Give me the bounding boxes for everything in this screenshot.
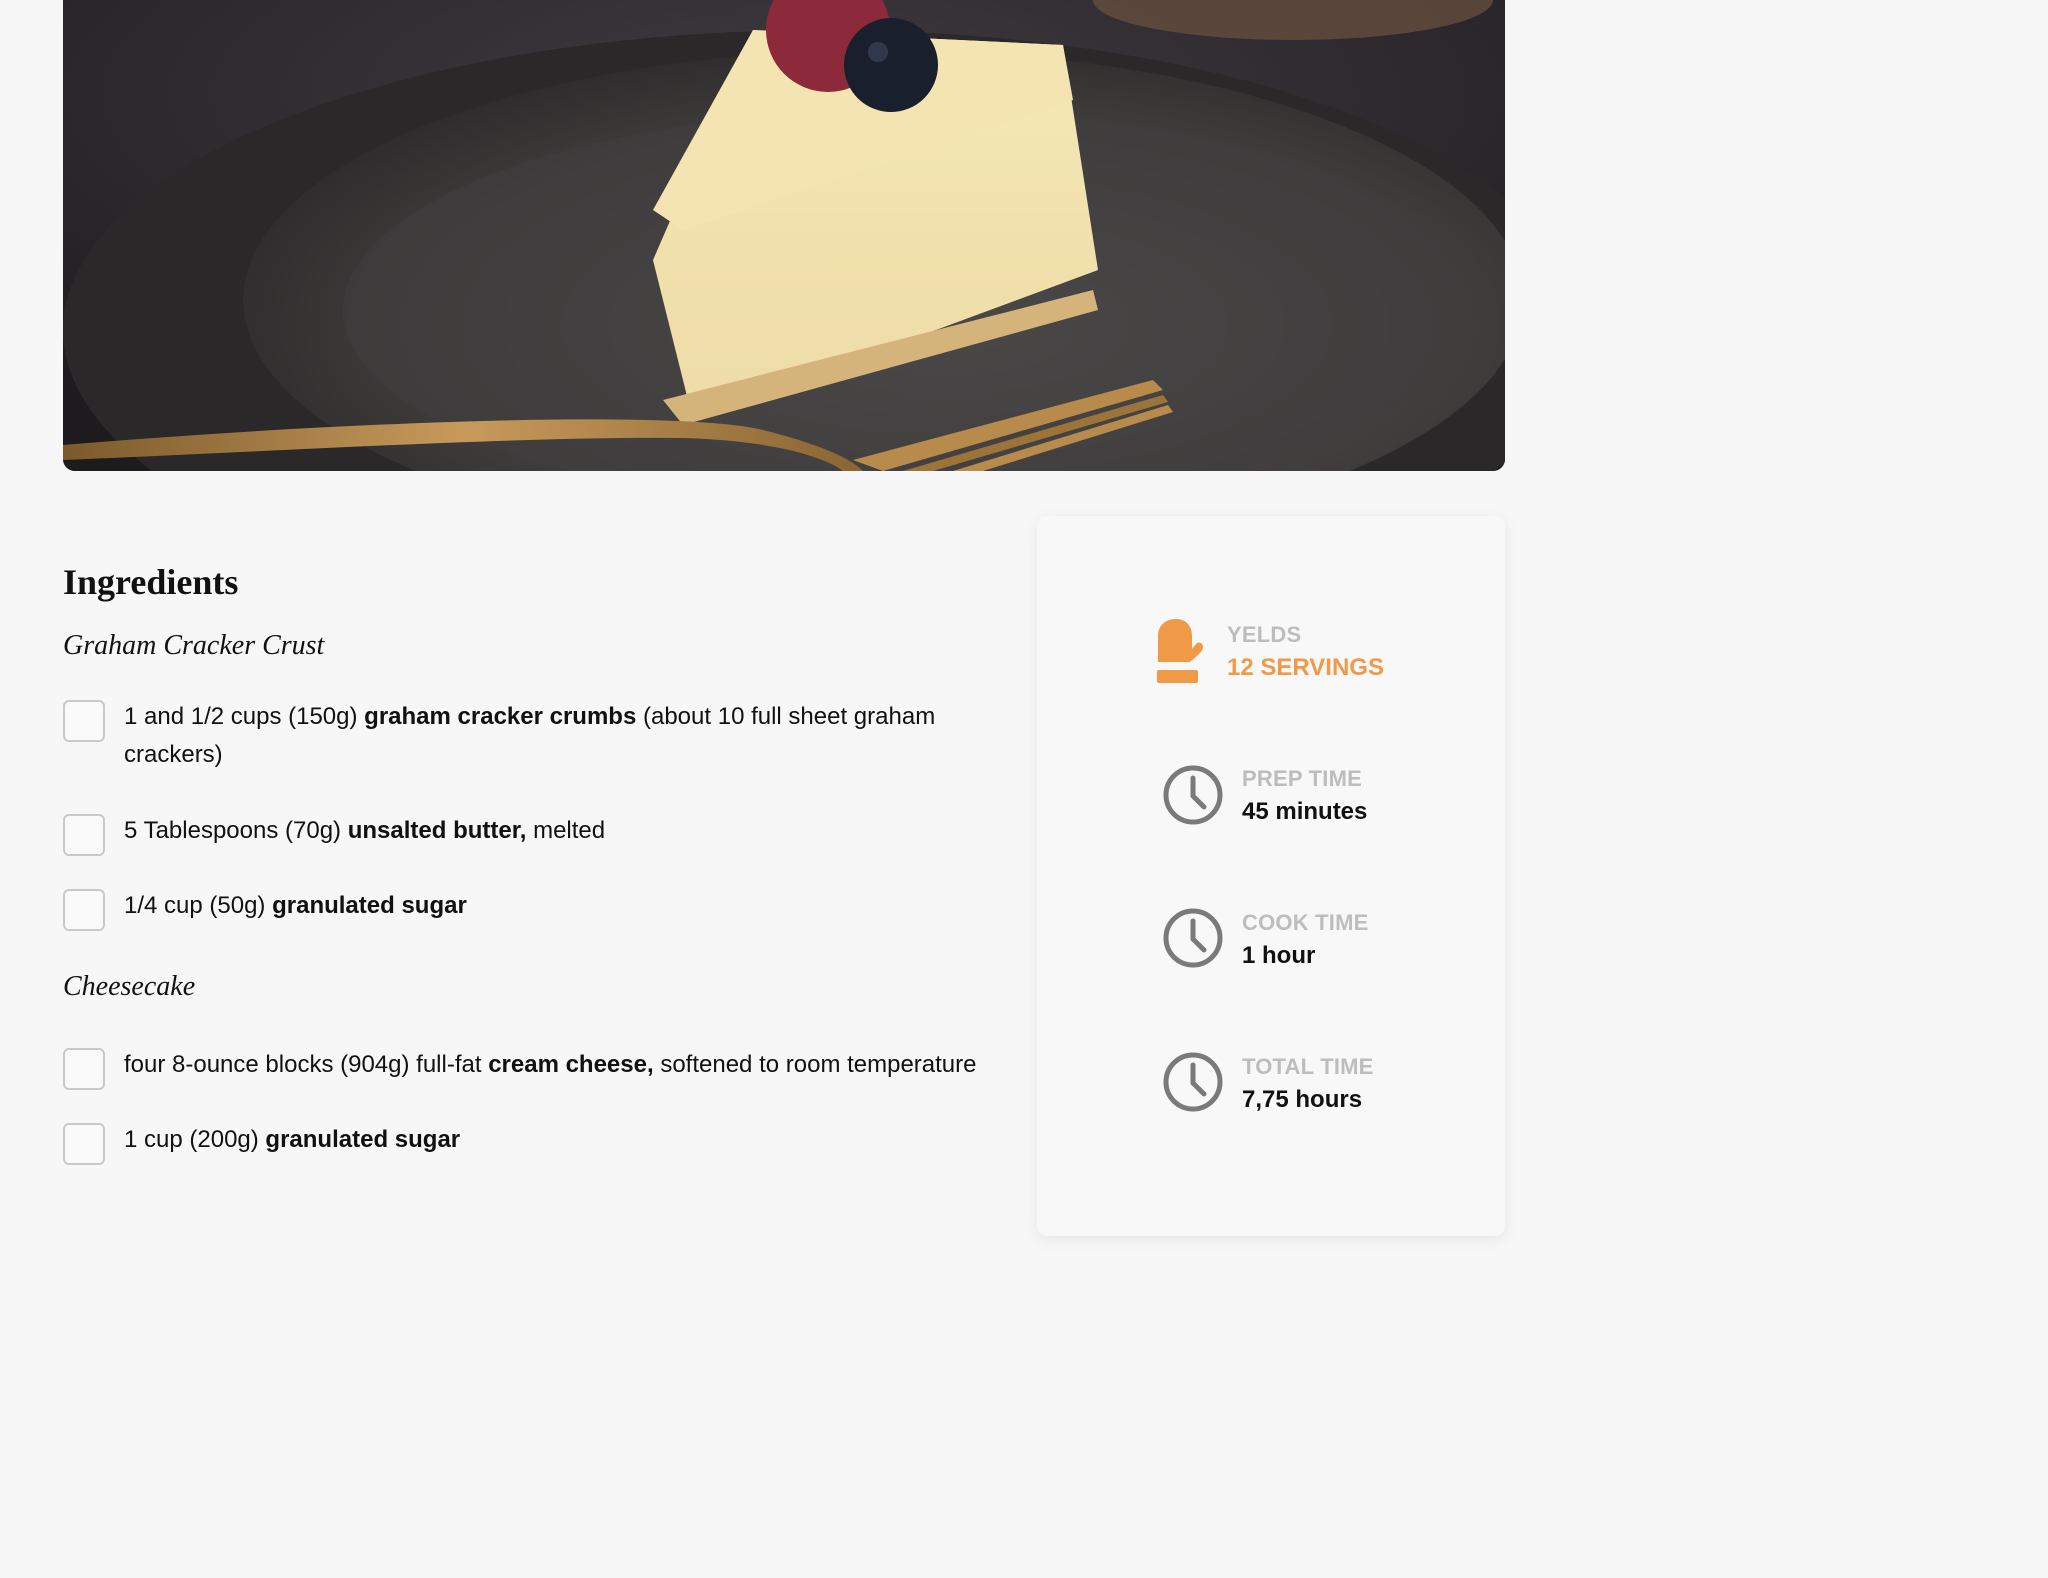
cheesecake-photo (63, 0, 1505, 471)
total-time-label: TOTAL TIME (1242, 1054, 1374, 1079)
ingredient-text: 1/4 cup (50g) granulated sugar (124, 892, 467, 919)
clock-icon (1163, 1052, 1223, 1112)
ingredients-section: Ingredients Graham Cracker Crust 1 and 1… (63, 540, 1013, 1165)
clock-icon (1163, 765, 1223, 825)
cook-time-stat: COOK TIME 1 hour (1242, 908, 1368, 973)
hero-image (63, 0, 1505, 471)
prep-time-label: PREP TIME (1242, 766, 1362, 791)
recipe-info-card: YELDS 12 SERVINGS PREP TIME 45 minutes C… (1037, 516, 1505, 1236)
yields-value: 12 SERVINGS (1227, 654, 1384, 681)
cook-time-label: COOK TIME (1242, 910, 1369, 935)
clock-icon (1163, 908, 1223, 968)
ingredients-heading: Ingredients (63, 562, 239, 602)
ingredient-item: 5 Tablespoons (70g) unsalted butter, mel… (63, 810, 1013, 856)
oven-mitt-icon (1157, 619, 1203, 683)
ingredient-item: 1/4 cup (50g) granulated sugar (63, 885, 1013, 931)
ingredient-checkbox[interactable] (63, 700, 105, 742)
ingredient-text: 5 Tablespoons (70g) unsalted butter, mel… (124, 817, 606, 844)
section-title-crust: Graham Cracker Crust (63, 630, 325, 661)
prep-time-stat: PREP TIME 45 minutes (1242, 764, 1367, 829)
ingredient-item: 1 cup (200g) granulated sugar (63, 1119, 1013, 1165)
total-time-stat: TOTAL TIME 7,75 hours (1242, 1052, 1374, 1117)
ingredient-text: four 8-ounce blocks (904g) full-fat crea… (124, 1051, 977, 1078)
yields-label: YELDS (1227, 622, 1302, 647)
cook-time-value: 1 hour (1242, 942, 1316, 969)
ingredient-text: 1 and 1/2 cups (150g) graham cracker cru… (124, 703, 936, 768)
ingredient-list-cheesecake: four 8-ounce blocks (904g) full-fat crea… (63, 1044, 1013, 1165)
ingredient-checkbox[interactable] (63, 1048, 105, 1090)
ingredient-checkbox[interactable] (63, 814, 105, 856)
prep-time-value: 45 minutes (1242, 798, 1368, 825)
section-title-cheesecake: Cheesecake (63, 971, 196, 1002)
ingredient-list-crust: 1 and 1/2 cups (150g) graham cracker cru… (63, 696, 1013, 931)
yields-stat: YELDS 12 SERVINGS (1227, 620, 1384, 685)
ingredient-item: 1 and 1/2 cups (150g) graham cracker cru… (63, 696, 1013, 774)
ingredient-text: 1 cup (200g) granulated sugar (124, 1126, 461, 1153)
ingredient-item: four 8-ounce blocks (904g) full-fat crea… (63, 1044, 1013, 1090)
total-time-value: 7,75 hours (1242, 1086, 1363, 1113)
ingredient-checkbox[interactable] (63, 889, 105, 931)
ingredient-checkbox[interactable] (63, 1123, 105, 1165)
